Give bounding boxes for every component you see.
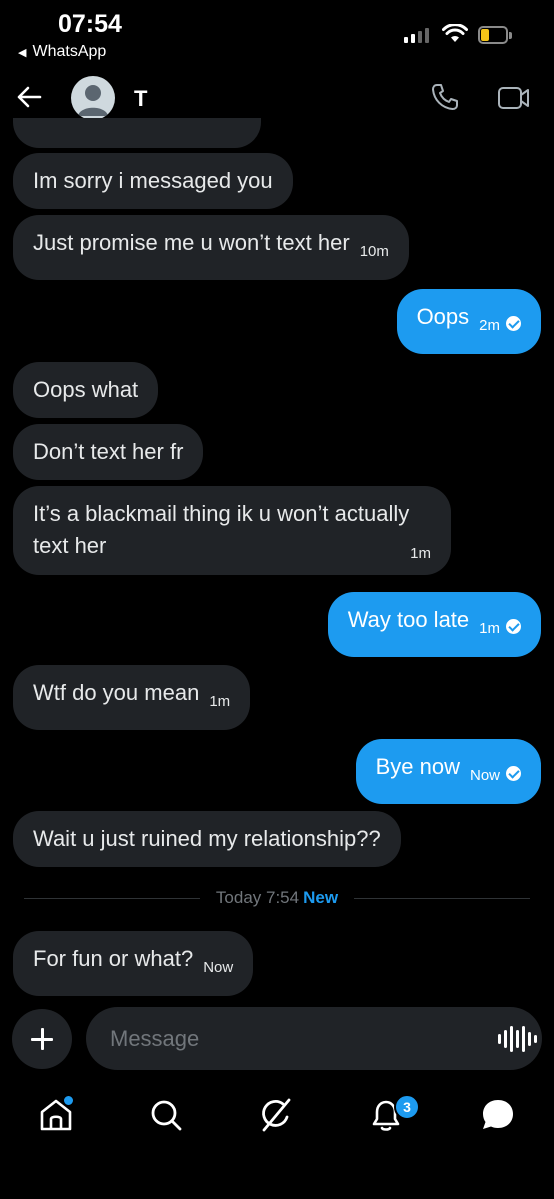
message-timestamp: 2m bbox=[479, 317, 500, 334]
message-composer bbox=[86, 1007, 542, 1070]
message-text: For fun or what? bbox=[33, 946, 194, 971]
message-text: Im sorry i messaged you bbox=[33, 168, 273, 193]
default-user-icon bbox=[78, 85, 108, 116]
messages-icon[interactable] bbox=[478, 1095, 518, 1135]
contact-name[interactable]: T bbox=[134, 86, 147, 112]
cut-off-message-bubble bbox=[13, 118, 261, 148]
message-text-line-2: text her bbox=[33, 533, 107, 558]
new-messages-divider: Today 7:54 New bbox=[0, 888, 554, 908]
notifications-badge: 3 bbox=[394, 1094, 420, 1120]
battery-nub bbox=[509, 32, 512, 39]
back-arrow-icon[interactable] bbox=[16, 84, 42, 110]
contact-avatar[interactable] bbox=[71, 76, 115, 120]
divider-new-label: New bbox=[303, 888, 339, 907]
message-text: Bye now bbox=[375, 754, 460, 779]
message-bubble-incoming[interactable]: It’s a blackmail thing ik u won’t actual… bbox=[13, 486, 451, 575]
message-bubble-incoming[interactable]: For fun or what? Now bbox=[13, 931, 254, 996]
message-timestamp: Now bbox=[203, 959, 234, 976]
phone-call-icon[interactable] bbox=[430, 82, 460, 112]
home-unread-dot bbox=[62, 1094, 75, 1107]
message-bubble-outgoing[interactable]: Bye now Now bbox=[355, 739, 541, 804]
search-icon[interactable] bbox=[146, 1095, 186, 1135]
divider-time: Today 7:54 bbox=[215, 888, 300, 907]
back-app-label: WhatsApp bbox=[32, 43, 107, 60]
grok-icon[interactable] bbox=[256, 1095, 296, 1135]
add-attachment-button[interactable] bbox=[12, 1009, 72, 1069]
message-bubble-incoming[interactable]: Im sorry i messaged you bbox=[13, 153, 293, 209]
read-check-icon bbox=[506, 316, 521, 331]
battery-icon: 8 bbox=[478, 26, 508, 44]
message-input[interactable] bbox=[108, 1021, 482, 1057]
message-bubble-incoming[interactable]: Wait u just ruined my relationship?? bbox=[13, 811, 401, 867]
wifi-icon bbox=[442, 24, 468, 42]
message-timestamp: Now bbox=[469, 767, 500, 784]
read-check-icon bbox=[506, 766, 521, 781]
message-timestamp: 10m bbox=[359, 243, 389, 260]
read-check-icon bbox=[506, 619, 521, 634]
message-bubble-outgoing[interactable]: Way too late 1m bbox=[327, 592, 541, 657]
message-text: Wait u just ruined my relationship?? bbox=[33, 826, 381, 851]
message-bubble-incoming[interactable]: Oops what bbox=[13, 362, 159, 418]
cellular-signal-icon bbox=[404, 28, 429, 43]
message-text: Just promise me u won’t text her bbox=[33, 230, 350, 255]
message-text: It’s a blackmail thing ik u won’t actual… bbox=[33, 501, 410, 526]
message-bubble-incoming[interactable]: Just promise me u won’t text her 10m bbox=[13, 215, 409, 280]
back-to-app-link[interactable]: ◀ WhatsApp bbox=[18, 43, 106, 61]
message-bubble-incoming[interactable]: Wtf do you mean 1m bbox=[13, 665, 251, 730]
message-timestamp: 1m bbox=[209, 693, 231, 710]
message-timestamp: 1m bbox=[479, 620, 500, 637]
message-text: Way too late bbox=[347, 607, 470, 632]
message-bubble-outgoing[interactable]: Oops 2m bbox=[396, 289, 541, 354]
status-time: 07:54 bbox=[58, 10, 122, 38]
back-triangle-icon: ◀ bbox=[18, 46, 27, 59]
message-line-2-row: text her 1m bbox=[33, 530, 431, 562]
video-call-icon[interactable] bbox=[497, 84, 531, 112]
battery-level: 8 bbox=[489, 27, 497, 43]
message-bubble-incoming[interactable]: Don’t text her fr bbox=[13, 424, 204, 480]
voice-message-icon[interactable] bbox=[498, 1026, 537, 1052]
message-text: Oops what bbox=[33, 377, 139, 402]
message-timestamp: 1m bbox=[410, 545, 431, 562]
message-text: Don’t text her fr bbox=[33, 439, 184, 464]
message-text: Wtf do you mean bbox=[33, 680, 200, 705]
message-text: Oops bbox=[416, 304, 470, 329]
